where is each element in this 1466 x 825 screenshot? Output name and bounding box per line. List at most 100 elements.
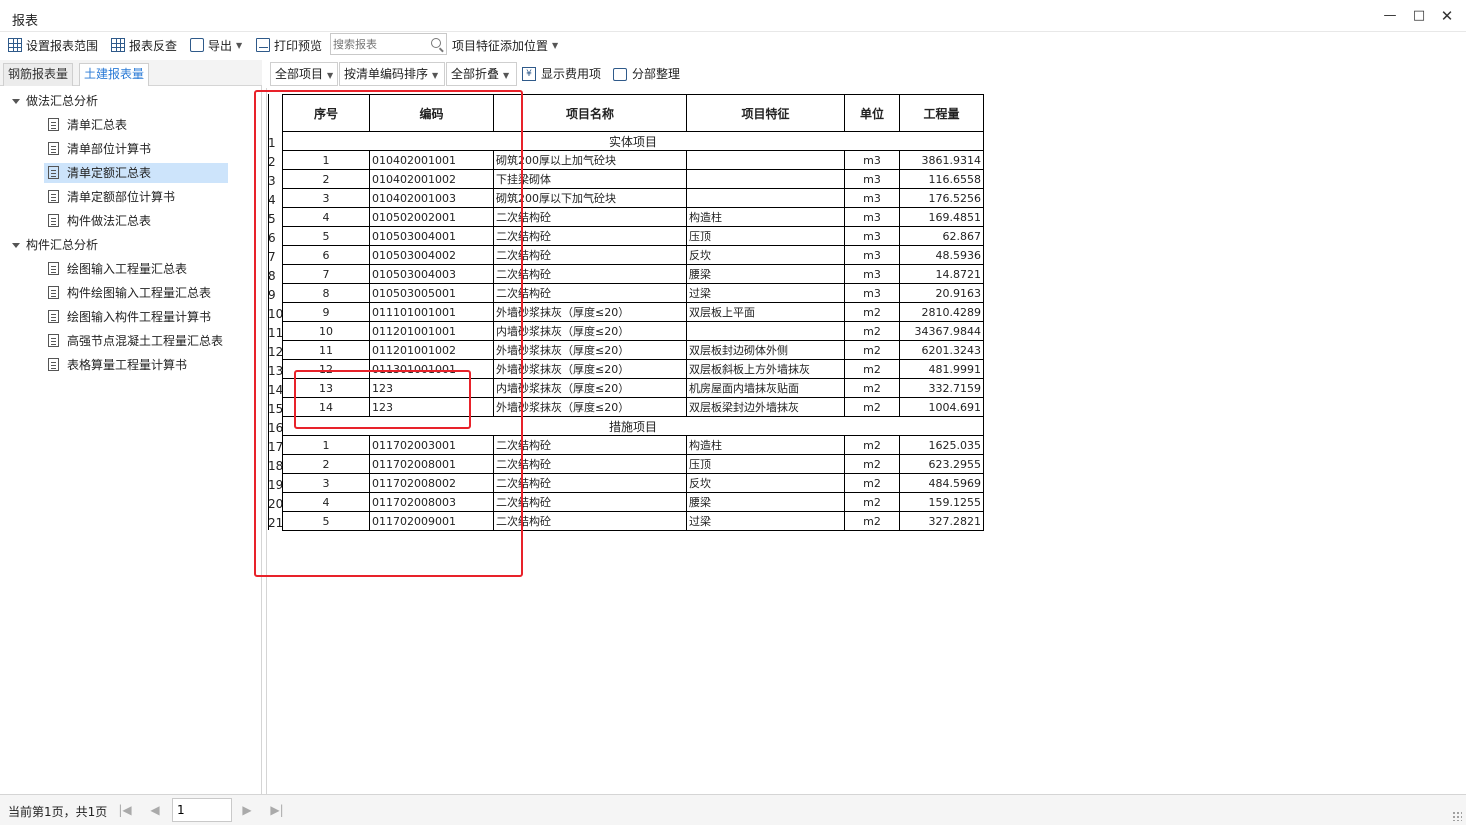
show-fees-button[interactable]: ¥ 显示费用项 bbox=[522, 62, 601, 86]
section-organize-button[interactable]: 分部整理 bbox=[613, 62, 680, 86]
tree-item-selected[interactable]: 清单定额汇总表 bbox=[44, 163, 228, 183]
table-row[interactable]: 3 011702008002 二次结构砼 反坎 m2 484.5969 bbox=[282, 473, 984, 493]
last-page-icon[interactable]: ▶| bbox=[270, 803, 284, 817]
resize-grip-icon[interactable] bbox=[1452, 811, 1462, 821]
sort-by-code-dropdown[interactable]: 按清单编码排序 ▼ bbox=[339, 62, 445, 86]
search-icon[interactable] bbox=[431, 38, 441, 48]
cell-unit: m2 bbox=[844, 397, 900, 417]
table-row[interactable]: 11 011201001002 外墙砂浆抹灰（厚度≤20） 双层板封边砌体外侧 m2 62… bbox=[282, 340, 984, 360]
row-number: 4 bbox=[268, 193, 276, 207]
page-number-input[interactable] bbox=[172, 798, 232, 822]
next-page-icon[interactable]: ▶ bbox=[240, 803, 254, 817]
cell-unit: m2 bbox=[844, 492, 900, 512]
cell-code: 011702008003 bbox=[369, 492, 494, 512]
cell-feature: 构造柱 bbox=[686, 207, 845, 227]
table-row[interactable]: 5 010503004001 二次结构砼 压顶 m3 62.867 bbox=[282, 226, 984, 246]
cell-code: 011702003001 bbox=[369, 435, 494, 455]
cell-feature: 压顶 bbox=[686, 454, 845, 474]
row-number: 16 bbox=[268, 421, 284, 435]
cell-feature: 构造柱 bbox=[686, 435, 845, 455]
cell-code: 010503005001 bbox=[369, 283, 494, 303]
row-number: 8 bbox=[268, 269, 276, 283]
maximize-icon[interactable]: □ bbox=[1411, 8, 1427, 24]
left-panel: 钢筋报表量 土建报表量 做法汇总分析 清单汇总表 清单部位计算书 清单定额汇总表… bbox=[0, 60, 262, 794]
all-items-dropdown[interactable]: 全部项目 ▼ bbox=[270, 62, 338, 86]
tree-item[interactable]: 清单定额部位计算书 bbox=[44, 187, 228, 207]
table-row[interactable]: 14 123 外墙砂浆抹灰（厚度≤20） 双层板梁封边外墙抹灰 m2 1004.691 bbox=[282, 397, 984, 417]
tree-group-method[interactable]: 做法汇总分析 bbox=[12, 90, 98, 112]
cell-code: 011702008001 bbox=[369, 454, 494, 474]
tab-civil[interactable]: 土建报表量 bbox=[79, 63, 150, 86]
cell-seq: 3 bbox=[282, 473, 370, 493]
table-row[interactable]: 12 011301001001 外墙砂浆抹灰（厚度≤20） 双层板斜板上方外墙抹灰 m2… bbox=[282, 359, 984, 379]
minimize-icon[interactable]: — bbox=[1382, 8, 1398, 24]
row-number: 1 bbox=[268, 136, 276, 150]
main-toolbar: 设置报表范围 报表反查 导出 ▼ 打印预览 项目特征添加位置 ▼ bbox=[0, 32, 1466, 58]
tree-item[interactable]: 绘图输入工程量汇总表 bbox=[44, 259, 228, 279]
tree-item[interactable]: 清单部位计算书 bbox=[44, 139, 228, 159]
table-row[interactable]: 13 123 内墙砂浆抹灰（厚度≤20） 机房屋面内墙抹灰贴面 m2 332.7159 bbox=[282, 378, 984, 398]
table-row[interactable]: 4 011702008003 二次结构砼 腰梁 m2 159.1255 bbox=[282, 492, 984, 512]
chevron-down-icon bbox=[12, 243, 20, 248]
cell-unit: m3 bbox=[844, 264, 900, 284]
print-preview-button[interactable]: 打印预览 bbox=[256, 35, 322, 55]
cell-feature: 过梁 bbox=[686, 511, 845, 531]
tree-item[interactable]: 高强节点混凝土工程量汇总表 bbox=[44, 331, 228, 351]
tree-item[interactable]: 表格算量工程量计算书 bbox=[44, 355, 228, 375]
set-range-button[interactable]: 设置报表范围 bbox=[8, 35, 98, 55]
cell-seq: 9 bbox=[282, 302, 370, 322]
table-row[interactable]: 3 010402001003 砌筑200厚以下加气砼块 m3 176.5256 bbox=[282, 188, 984, 208]
table-row[interactable]: 1 010402001001 砌筑200厚以上加气砼块 m3 3861.9314 bbox=[282, 150, 984, 170]
cell-quantity: 484.5969 bbox=[899, 473, 984, 493]
table-row[interactable]: 1 011702003001 二次结构砼 构造柱 m2 1625.035 bbox=[282, 435, 984, 455]
tree-item[interactable]: 清单汇总表 bbox=[44, 115, 228, 135]
cell-code: 123 bbox=[369, 397, 494, 417]
table-row[interactable]: 10 011201001001 内墙砂浆抹灰（厚度≤20） m2 34367.9844 bbox=[282, 321, 984, 341]
header-feature: 项目特征 bbox=[686, 94, 845, 132]
tree-item-label: 清单定额汇总表 bbox=[67, 166, 152, 180]
cell-seq: 13 bbox=[282, 378, 370, 398]
cell-unit: m3 bbox=[844, 283, 900, 303]
table-row[interactable]: 2 011702008001 二次结构砼 压顶 m2 623.2955 bbox=[282, 454, 984, 474]
cell-unit: m2 bbox=[844, 340, 900, 360]
tree-group-label: 构件汇总分析 bbox=[26, 238, 99, 252]
header-unit: 单位 bbox=[844, 94, 900, 132]
cell-quantity: 1004.691 bbox=[899, 397, 984, 417]
cell-seq: 8 bbox=[282, 283, 370, 303]
table-row[interactable]: 2 010402001002 下挂梁砌体 m3 116.6558 bbox=[282, 169, 984, 189]
title-bar: 报表 — □ ✕ bbox=[0, 0, 1466, 32]
grid-icon bbox=[8, 38, 22, 52]
reverse-check-button[interactable]: 报表反查 bbox=[111, 35, 177, 55]
cell-unit: m3 bbox=[844, 245, 900, 265]
chevron-down-icon bbox=[12, 99, 20, 104]
cell-unit: m2 bbox=[844, 321, 900, 341]
collapse-all-dropdown[interactable]: 全部折叠 ▼ bbox=[446, 62, 517, 86]
tab-rebar[interactable]: 钢筋报表量 bbox=[3, 63, 74, 86]
tree-item[interactable]: 构件做法汇总表 bbox=[44, 211, 228, 231]
first-page-icon[interactable]: |◀ bbox=[118, 803, 132, 817]
cell-name: 外墙砂浆抹灰（厚度≤20） bbox=[493, 359, 687, 379]
table-row[interactable]: 5 011702009001 二次结构砼 过梁 m2 327.2821 bbox=[282, 511, 984, 531]
prev-page-icon[interactable]: ◀ bbox=[148, 803, 162, 817]
cell-name: 内墙砂浆抹灰（厚度≤20） bbox=[493, 321, 687, 341]
table-row[interactable]: 7 010503004003 二次结构砼 腰梁 m3 14.8721 bbox=[282, 264, 984, 284]
tree-item[interactable]: 构件绘图输入工程量汇总表 bbox=[44, 283, 228, 303]
header-code: 编码 bbox=[369, 94, 494, 132]
cell-name: 二次结构砼 bbox=[493, 435, 687, 455]
cell-seq: 10 bbox=[282, 321, 370, 341]
row-number: 14 bbox=[268, 383, 284, 397]
collapse-all-label: 全部折叠 bbox=[451, 67, 500, 81]
export-button[interactable]: 导出 ▼ bbox=[190, 35, 242, 55]
table-row[interactable]: 6 010503004002 二次结构砼 反坎 m3 48.5936 bbox=[282, 245, 984, 265]
table-row[interactable]: 4 010502002001 二次结构砼 构造柱 m3 169.4851 bbox=[282, 207, 984, 227]
close-icon[interactable]: ✕ bbox=[1439, 8, 1455, 24]
row-number: 13 bbox=[268, 364, 284, 378]
table-row[interactable]: 9 011101001001 外墙砂浆抹灰（厚度≤20） 双层板上平面 m2 2810.4… bbox=[282, 302, 984, 322]
search-input[interactable] bbox=[331, 34, 426, 54]
cell-seq: 1 bbox=[282, 150, 370, 170]
feature-position-dropdown[interactable]: 项目特征添加位置 ▼ bbox=[452, 35, 558, 55]
tree-item[interactable]: 绘图输入构件工程量计算书 bbox=[44, 307, 228, 327]
tree-group-component[interactable]: 构件汇总分析 bbox=[12, 234, 98, 256]
section-title: 措施项目 bbox=[282, 416, 984, 436]
table-row[interactable]: 8 010503005001 二次结构砼 过梁 m3 20.9163 bbox=[282, 283, 984, 303]
